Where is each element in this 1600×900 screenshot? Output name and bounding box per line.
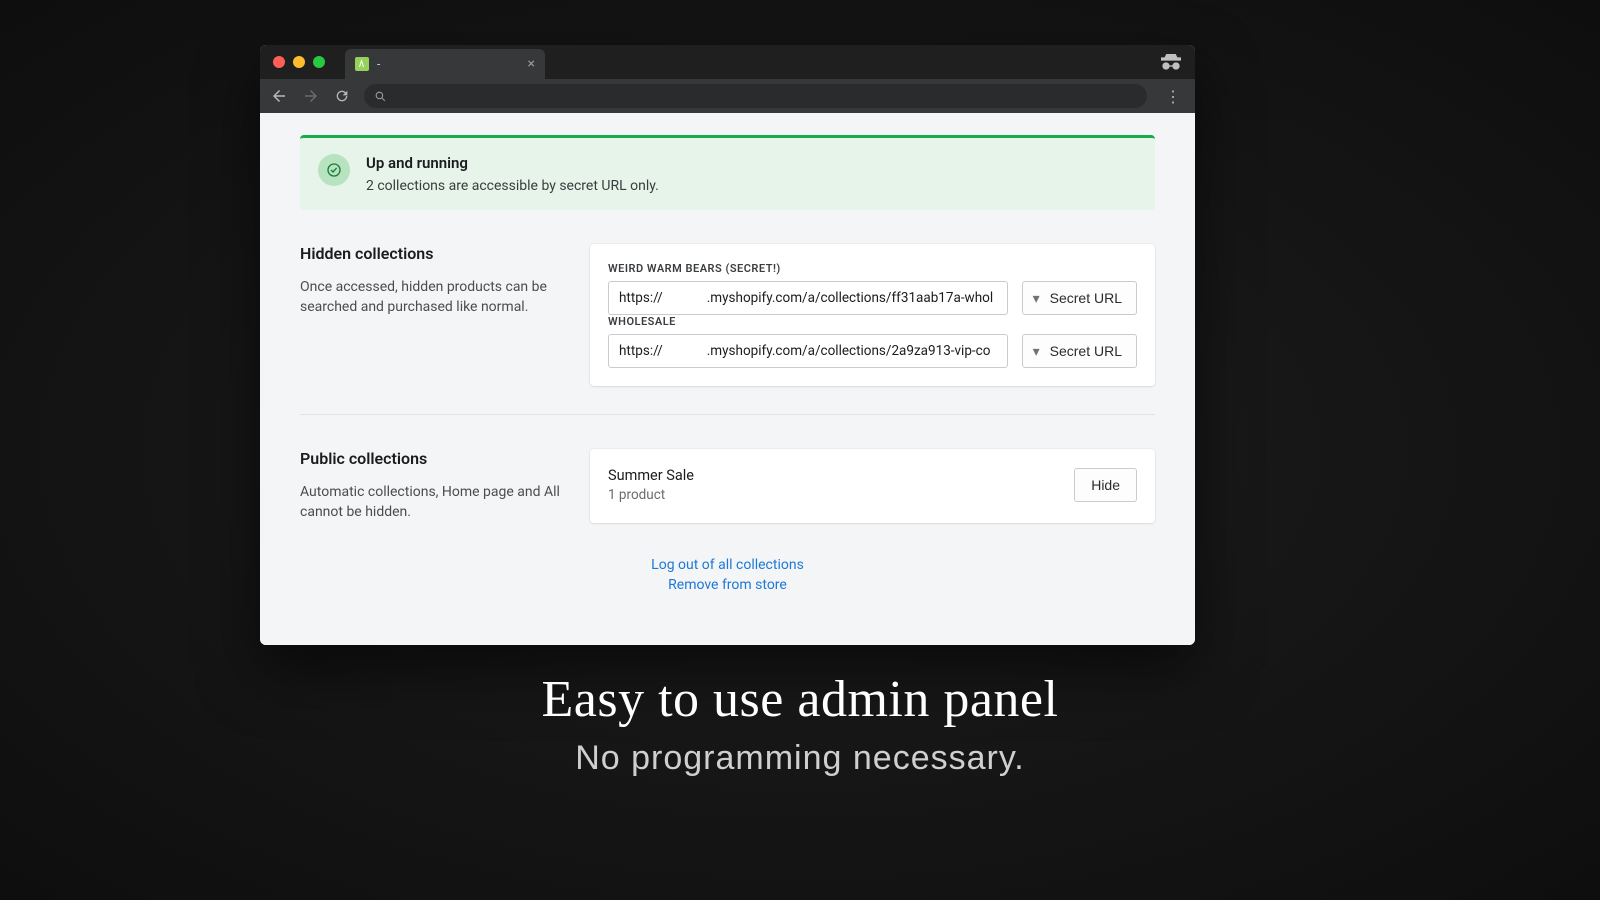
browser-tab[interactable]: - × xyxy=(345,49,545,79)
address-bar[interactable] xyxy=(364,84,1147,108)
divider xyxy=(300,414,1155,415)
collection-item: WEIRD WARM BEARS (SECRET!) https://.mysh… xyxy=(608,262,1137,315)
window-maximize-button[interactable] xyxy=(313,56,325,68)
browser-window: - × ⋮ Up and running 2 c xyxy=(260,45,1195,645)
public-collections-section: Public collections Automatic collections… xyxy=(300,449,1155,523)
status-banner: Up and running 2 collections are accessi… xyxy=(300,135,1155,210)
public-collections-card: Summer Sale 1 product Hide xyxy=(590,449,1155,523)
section-description: Automatic collections, Home page and All… xyxy=(300,482,560,523)
secret-url-input[interactable]: https://.myshopify.com/a/collections/ff3… xyxy=(608,281,1008,315)
collection-name: Summer Sale xyxy=(608,467,694,484)
check-circle-icon xyxy=(318,154,350,186)
tab-title: - xyxy=(377,57,520,71)
collection-label: WHOLESALE xyxy=(608,315,1137,328)
hidden-collections-card: WEIRD WARM BEARS (SECRET!) https://.mysh… xyxy=(590,244,1155,386)
section-description: Once accessed, hidden products can be se… xyxy=(300,277,560,318)
tagline-sub: No programming necessary. xyxy=(0,739,1600,778)
marketing-tagline: Easy to use admin panel No programming n… xyxy=(0,670,1600,778)
banner-subtitle: 2 collections are accessible by secret U… xyxy=(366,178,659,194)
reload-button[interactable] xyxy=(334,88,350,104)
page-content: Up and running 2 collections are accessi… xyxy=(260,113,1195,645)
traffic-lights xyxy=(260,56,325,68)
window-minimize-button[interactable] xyxy=(293,56,305,68)
forward-button[interactable] xyxy=(302,87,320,105)
window-close-button[interactable] xyxy=(273,56,285,68)
logout-all-link[interactable]: Log out of all collections xyxy=(300,557,1155,573)
collection-item: Summer Sale 1 product Hide xyxy=(608,467,1137,503)
remove-store-link[interactable]: Remove from store xyxy=(300,577,1155,593)
browser-tabbar: - × xyxy=(260,45,1195,79)
hidden-collections-section: Hidden collections Once accessed, hidden… xyxy=(300,244,1155,386)
section-title: Hidden collections xyxy=(300,244,560,263)
browser-toolbar: ⋮ xyxy=(260,79,1195,113)
collection-item: WHOLESALE https://.myshopify.com/a/colle… xyxy=(608,315,1137,368)
section-title: Public collections xyxy=(300,449,560,468)
tagline-headline: Easy to use admin panel xyxy=(0,670,1600,729)
shopify-favicon-icon xyxy=(355,57,369,71)
footer-links: Log out of all collections Remove from s… xyxy=(300,557,1155,593)
search-icon xyxy=(374,90,387,103)
secret-url-dropdown[interactable]: ▾ Secret URL xyxy=(1022,334,1137,368)
back-button[interactable] xyxy=(270,87,288,105)
secret-url-dropdown[interactable]: ▾ Secret URL xyxy=(1022,281,1137,315)
secret-url-input[interactable]: https://.myshopify.com/a/collections/2a9… xyxy=(608,334,1008,368)
banner-title: Up and running xyxy=(366,154,659,172)
collection-label: WEIRD WARM BEARS (SECRET!) xyxy=(608,262,1137,275)
hide-button[interactable]: Hide xyxy=(1074,468,1137,502)
tab-close-icon[interactable]: × xyxy=(528,56,535,72)
browser-menu-button[interactable]: ⋮ xyxy=(1161,87,1185,106)
incognito-icon xyxy=(1161,54,1195,70)
collection-meta: 1 product xyxy=(608,487,694,503)
caret-down-icon: ▾ xyxy=(1033,343,1040,360)
caret-down-icon: ▾ xyxy=(1033,290,1040,307)
